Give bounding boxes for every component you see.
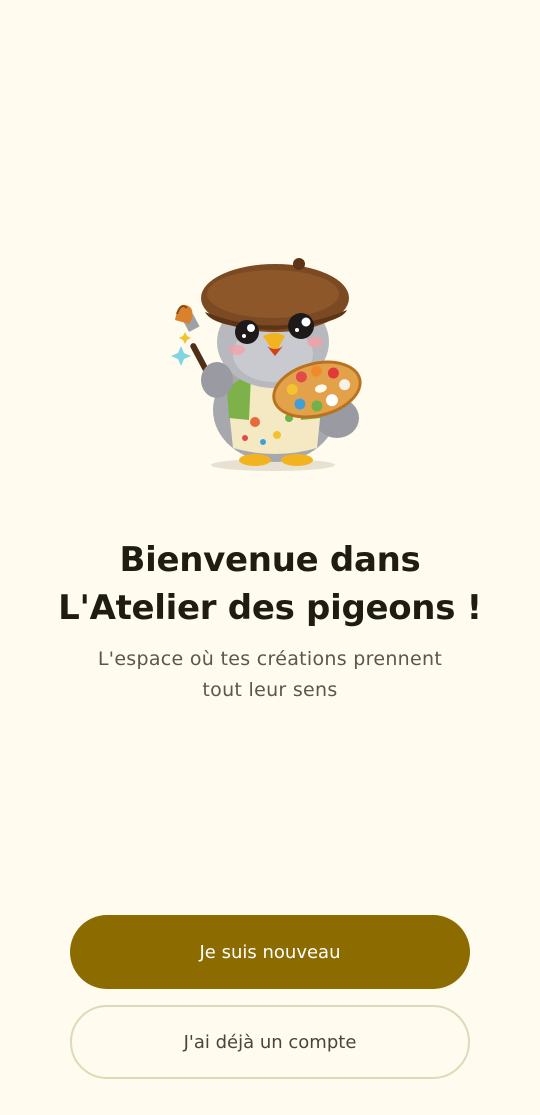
welcome-title-line-1: Bienvenue dans bbox=[119, 540, 421, 580]
welcome-title: Bienvenue dans L'Atelier des pigeons ! bbox=[0, 536, 540, 632]
pigeon-painter-mascot-icon bbox=[165, 250, 375, 480]
new-user-button[interactable]: Je suis nouveau bbox=[70, 915, 470, 989]
new-user-button-label: Je suis nouveau bbox=[199, 941, 341, 963]
welcome-subtitle-line-1: L'espace où tes créations prennent bbox=[97, 648, 443, 670]
existing-account-button-label: J'ai déjà un compte bbox=[183, 1031, 357, 1053]
welcome-title-line-2: L'Atelier des pigeons ! bbox=[58, 588, 482, 628]
welcome-subtitle-line-2: tout leur sens bbox=[202, 679, 338, 701]
welcome-subtitle: L'espace où tes créations prennent tout … bbox=[0, 644, 540, 706]
existing-account-button[interactable]: J'ai déjà un compte bbox=[70, 1005, 470, 1079]
